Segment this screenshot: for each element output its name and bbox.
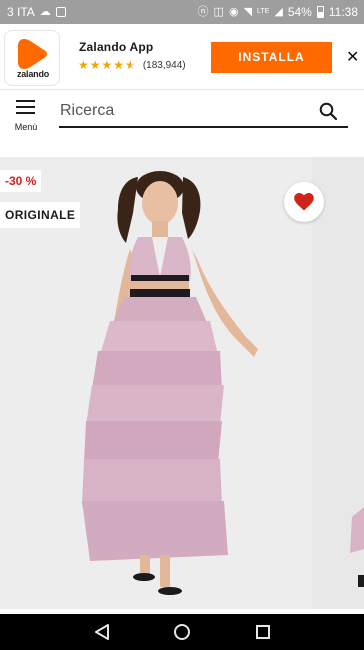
eye-icon: ◉ — [228, 5, 239, 18]
star-icon: ★ — [78, 58, 89, 72]
menu-button[interactable]: Menù — [10, 97, 42, 135]
clock: 11:38 — [328, 5, 358, 19]
half-star-icon: ★ — [125, 59, 136, 71]
status-right: ⓝ ◫ ◉ ◥ LTE ◢ 54% 11:38 — [198, 5, 358, 19]
app-name: Zalando App — [79, 40, 154, 54]
battery-icon — [316, 6, 324, 18]
app-install-banner: zalando Zalando App ★ ★ ★ ★ ★ (183,944) … — [0, 24, 364, 90]
close-icon[interactable]: ✕ — [346, 50, 359, 66]
product-gallery[interactable]: -30 % ORIGINALE — [0, 157, 364, 609]
search-bar[interactable] — [59, 97, 348, 128]
hamburger-icon — [16, 100, 35, 102]
recents-icon[interactable] — [256, 625, 270, 639]
wishlist-button[interactable] — [284, 182, 324, 222]
next-image-illustration — [350, 507, 364, 587]
signal-icon: ◢ — [274, 5, 283, 18]
star-icon: ★ — [101, 58, 113, 72]
status-left: 3 ITA ☁ — [7, 5, 66, 19]
cloud-icon: ☁ — [39, 5, 51, 18]
search-icon[interactable] — [319, 102, 337, 120]
star-icon: ★ — [113, 58, 125, 72]
discount-badge: -30 % — [0, 170, 42, 192]
battery-percent: 54% — [287, 5, 312, 19]
system-navigation-bar — [0, 614, 364, 650]
rating-count: (183,944) — [142, 59, 186, 71]
app-rating: ★ ★ ★ ★ ★ (183,944) — [78, 59, 186, 71]
status-bar: 3 ITA ☁ ⓝ ◫ ◉ ◥ LTE ◢ 54% 11:38 — [0, 0, 364, 24]
logo-text: zalando — [16, 69, 50, 79]
back-icon[interactable] — [94, 624, 110, 640]
menu-label: Menù — [14, 122, 38, 132]
message-icon — [55, 7, 66, 17]
zalando-app-logo: zalando — [4, 30, 60, 86]
next-product-image-preview[interactable] — [312, 157, 364, 609]
originale-badge: ORIGINALE — [0, 202, 81, 228]
star-icon: ★ — [89, 58, 101, 72]
mute-icon: ◫ — [213, 5, 224, 18]
wifi-icon: ◥ — [243, 5, 253, 18]
heart-icon — [294, 193, 314, 211]
carrier-label: 3 ITA — [7, 5, 35, 19]
zalando-logo-icon — [18, 39, 47, 69]
nfc-icon: ⓝ — [197, 5, 209, 18]
home-icon[interactable] — [174, 624, 190, 640]
install-button[interactable]: INSTALLA — [211, 42, 332, 73]
signal-label: LTE — [257, 8, 270, 15]
search-input[interactable] — [60, 99, 290, 123]
